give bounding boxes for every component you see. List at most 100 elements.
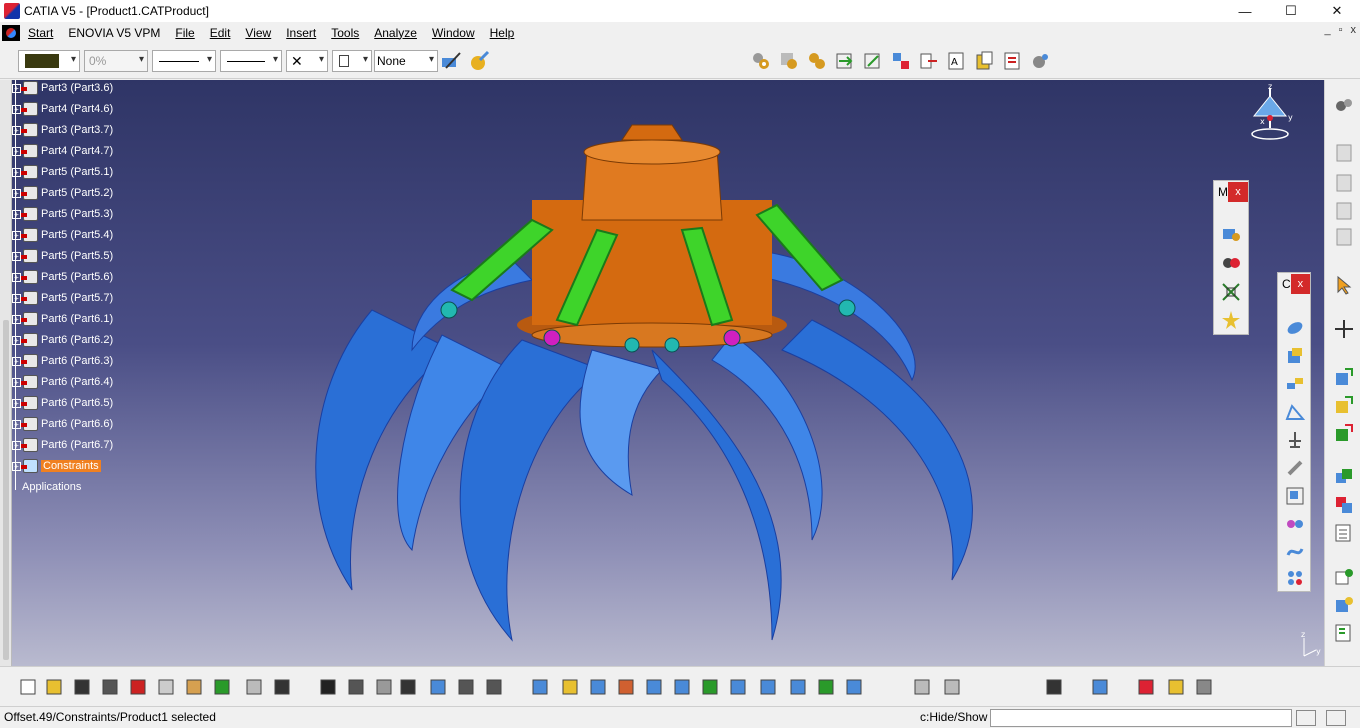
print-icon[interactable] [100,677,120,697]
menu-enovia[interactable]: ENOVIA V5 VPM [64,26,171,40]
product-tool-icon[interactable] [778,50,800,72]
menu-edit[interactable]: Edit [206,26,242,40]
existing-component-icon[interactable] [1333,466,1355,488]
maximize-button[interactable]: ☐ [1268,0,1314,22]
menu-analyze[interactable]: Analyze [370,26,428,40]
expand-icon[interactable]: + [12,419,21,429]
expand-icon[interactable]: + [12,461,21,471]
menu-insert[interactable]: Insert [282,26,327,40]
new-icon[interactable] [18,677,38,697]
tree-node[interactable]: + Part6 (Part6.3) [12,351,113,371]
sheet-icon[interactable] [1333,142,1355,164]
tree-node[interactable]: + Part3 (Part3.6) [12,78,113,98]
multi-instantiate-icon[interactable] [1030,50,1052,72]
formula-icon[interactable] [318,677,338,697]
snap-icon[interactable] [1220,251,1242,273]
normal-view-icon[interactable] [700,677,720,697]
manipulate-icon[interactable] [1220,223,1242,245]
tree-node[interactable]: + Part6 (Part6.4) [12,372,113,392]
angle-constraint-icon[interactable] [1284,401,1306,423]
tree-node-applications[interactable]: Applications [22,477,81,497]
color-dropdown[interactable]: ▾ [18,50,80,72]
multi-instantiation-icon[interactable] [1333,594,1355,616]
line-type-dropdown[interactable]: ▾ [220,50,282,72]
tree-node[interactable]: + Part5 (Part5.4) [12,225,113,245]
painter-icon[interactable] [440,50,462,72]
expand-icon[interactable]: + [12,398,21,408]
expand-icon[interactable]: + [12,104,21,114]
insert-component-icon[interactable] [834,50,856,72]
rotate-icon[interactable] [616,677,636,697]
graphic-properties-icon[interactable] [468,50,490,72]
expand-icon[interactable]: + [12,440,21,450]
sheet-icon[interactable] [1333,226,1355,248]
tree-node[interactable]: + Part5 (Part5.3) [12,204,113,224]
bill-of-material-icon[interactable]: A [946,50,968,72]
fast-multi-instantiation-icon[interactable] [1333,566,1355,588]
tree-reorder-icon[interactable] [1333,522,1355,544]
update-constraint-icon[interactable] [1284,541,1306,563]
expand-icon[interactable]: + [12,293,21,303]
tree-node[interactable]: + Part5 (Part5.1) [12,162,113,182]
doc-restore-button[interactable]: ▫ [1339,24,1343,36]
tree-node[interactable]: + Part5 (Part5.7) [12,288,113,308]
tree-node[interactable]: + Part6 (Part6.7) [12,435,113,455]
offset-constraint-icon[interactable] [1284,373,1306,395]
point-symbol-dropdown[interactable]: ✕ ▾ [286,50,328,72]
expand-icon[interactable]: + [12,230,21,240]
doc-close-button[interactable]: x [1351,24,1357,36]
explode-icon[interactable] [890,50,912,72]
menu-help[interactable]: Help [486,26,526,40]
tree-node[interactable]: + Part6 (Part6.5) [12,393,113,413]
expand-icon[interactable]: + [12,83,21,93]
tree-node[interactable]: + Part6 (Part6.2) [12,330,113,350]
zoom-in-icon[interactable] [644,677,664,697]
expand-icon[interactable]: + [12,209,21,219]
open-icon[interactable] [44,677,64,697]
expand-icon[interactable]: + [12,167,21,177]
cancel-input-icon[interactable] [1326,710,1346,726]
select-cursor-icon[interactable] [1333,274,1355,296]
scrollbar-thumb[interactable] [3,320,9,660]
undo-icon[interactable] [212,677,232,697]
clash-icon[interactable] [1136,677,1156,697]
tree-node[interactable]: + Part6 (Part6.6) [12,414,113,434]
sheet-icon[interactable] [1333,172,1355,194]
save-icon[interactable] [72,677,92,697]
menu-tools[interactable]: Tools [327,26,370,40]
lock-icon[interactable] [456,677,476,697]
hide-icon[interactable] [912,677,932,697]
new-component-icon[interactable] [1333,366,1355,388]
publication-icon[interactable] [974,50,996,72]
camera-icon[interactable] [1044,677,1064,697]
expand-icon[interactable]: + [12,377,21,387]
menu-window[interactable]: Window [428,26,486,40]
tree-node[interactable]: + Part5 (Part5.5) [12,246,113,266]
tree-node[interactable]: + Part5 (Part5.6) [12,267,113,287]
measure-icon[interactable] [1090,677,1110,697]
3d-viewport[interactable] [12,80,1324,666]
replace-icon[interactable] [1333,494,1355,516]
cylinder-icon[interactable] [788,677,808,697]
grab-assembly-model[interactable] [12,80,1324,666]
sheet-icon[interactable] [1333,200,1355,222]
zoom-out-icon[interactable] [672,677,692,697]
tree-node-constraints[interactable]: + Constraints [12,456,101,476]
fit-all-icon[interactable] [560,677,580,697]
layer-dropdown[interactable]: None ▾ [374,50,438,72]
multi-view-icon[interactable] [728,677,748,697]
cut-icon[interactable] [128,677,148,697]
tree-node[interactable]: + Part4 (Part4.6) [12,99,113,119]
doc-minimize-button[interactable]: _ [1324,24,1330,36]
analysis-icon[interactable] [1166,677,1186,697]
render-icon[interactable] [844,677,864,697]
expand-icon[interactable]: + [12,314,21,324]
redo-icon[interactable] [244,677,264,697]
rendering-style-dropdown[interactable]: ▾ [332,50,372,72]
reorder-tree-icon[interactable] [1002,50,1024,72]
gear-tool-icon[interactable] [750,50,772,72]
update-icon[interactable] [1194,677,1214,697]
fix-component-icon[interactable] [1284,429,1306,451]
whats-this-icon[interactable] [272,677,292,697]
paste-icon[interactable] [184,677,204,697]
